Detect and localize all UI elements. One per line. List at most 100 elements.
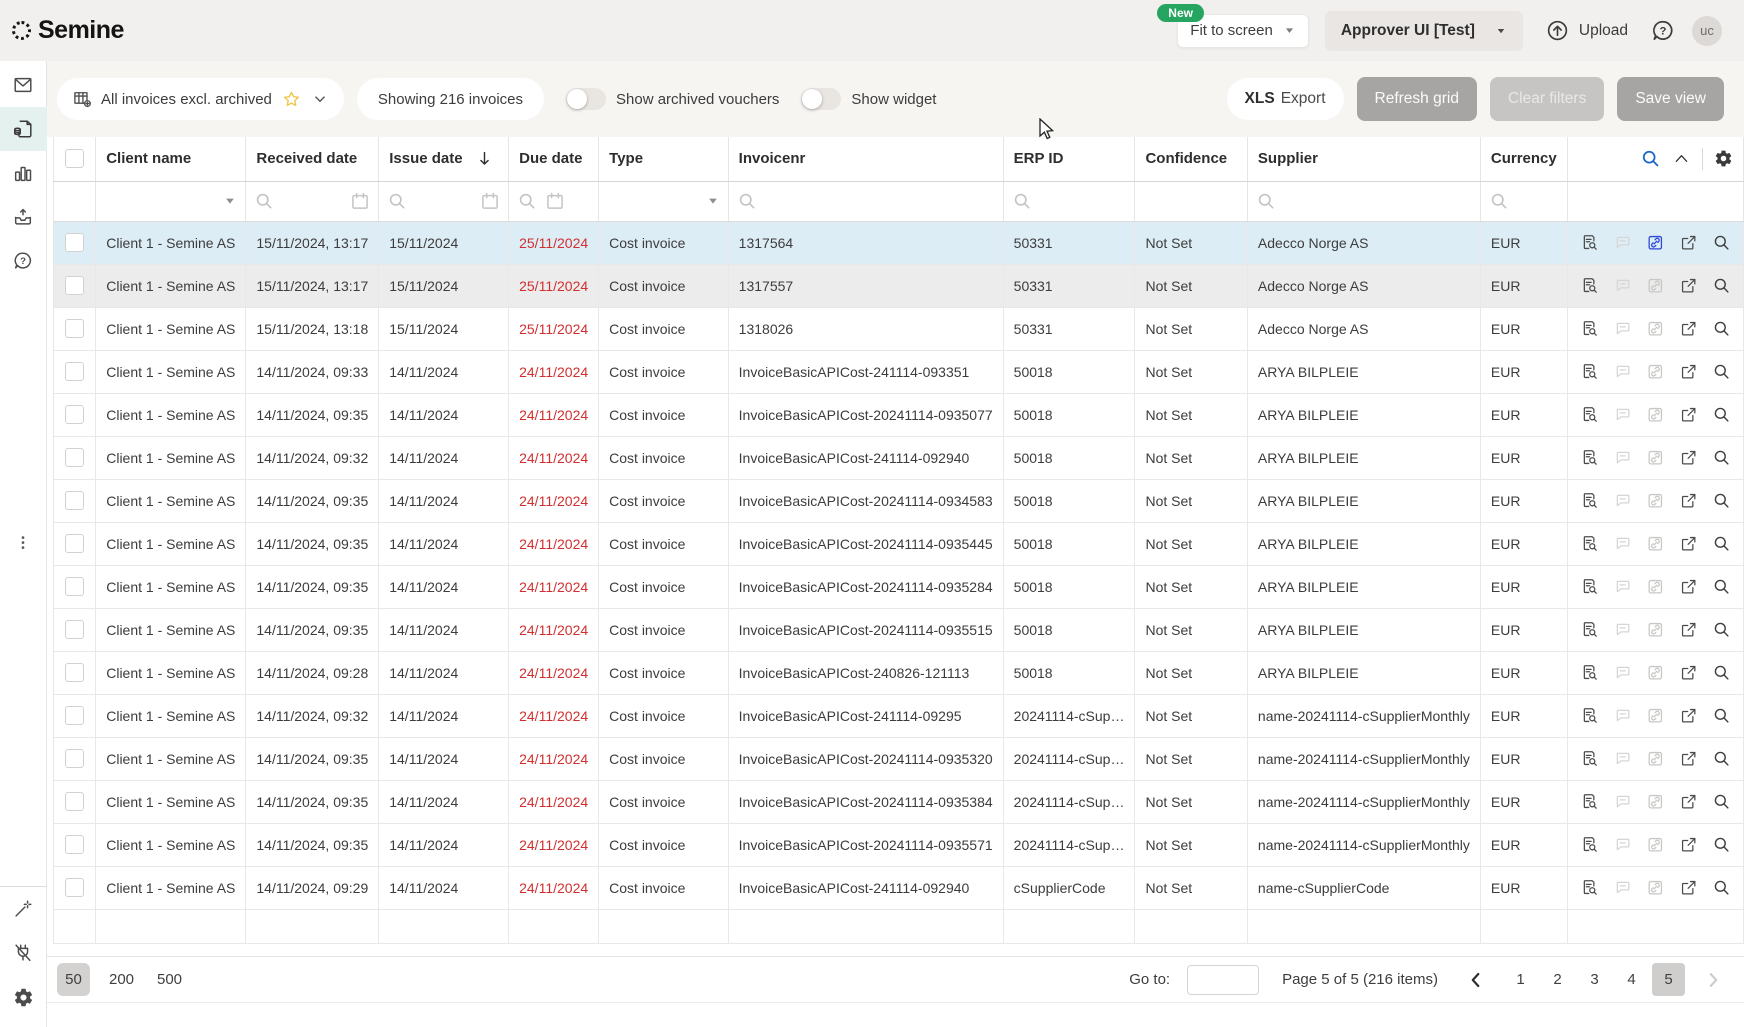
page-number-1[interactable]: 1: [1504, 963, 1537, 996]
col-client-name[interactable]: Client name: [96, 137, 246, 181]
page-size-50[interactable]: 50: [57, 963, 90, 996]
preview-icon[interactable]: [1712, 749, 1731, 768]
avatar[interactable]: uc: [1692, 16, 1722, 46]
row-checkbox[interactable]: [65, 620, 84, 639]
comment-icon[interactable]: [1613, 792, 1632, 811]
voucher-lines-icon[interactable]: [1580, 276, 1599, 295]
preview-icon[interactable]: [1712, 663, 1731, 682]
page-number-5[interactable]: 5: [1652, 963, 1685, 996]
table-row[interactable]: Client 1 - Semine AS14/11/2024, 09:3514/…: [54, 780, 1744, 823]
comment-icon[interactable]: [1613, 878, 1632, 897]
attachment-link-icon[interactable]: [1646, 706, 1665, 725]
workspace-dropdown[interactable]: Approver UI [Test]: [1325, 11, 1523, 51]
attachment-link-icon[interactable]: [1646, 749, 1665, 768]
col-erp-id[interactable]: ERP ID: [1003, 137, 1135, 181]
table-row[interactable]: Client 1 - Semine AS14/11/2024, 09:3514/…: [54, 823, 1744, 866]
comment-icon[interactable]: [1613, 835, 1632, 854]
open-external-icon[interactable]: [1679, 835, 1698, 854]
attachment-link-icon[interactable]: [1646, 620, 1665, 639]
preview-icon[interactable]: [1712, 534, 1731, 553]
preview-icon[interactable]: [1712, 276, 1731, 295]
table-row[interactable]: Client 1 - Semine AS14/11/2024, 09:3314/…: [54, 350, 1744, 393]
search-icon[interactable]: [254, 191, 274, 211]
comment-icon[interactable]: [1613, 749, 1632, 768]
col-currency[interactable]: Currency: [1480, 137, 1567, 181]
dropdown-arrow-icon[interactable]: [706, 194, 720, 208]
preview-icon[interactable]: [1712, 491, 1731, 510]
preview-icon[interactable]: [1712, 233, 1731, 252]
open-external-icon[interactable]: [1679, 491, 1698, 510]
open-external-icon[interactable]: [1679, 362, 1698, 381]
open-external-icon[interactable]: [1679, 620, 1698, 639]
sidebar-item-integrations[interactable]: [0, 931, 47, 975]
col-type[interactable]: Type: [599, 137, 729, 181]
open-external-icon[interactable]: [1679, 878, 1698, 897]
sidebar-item-help[interactable]: ?: [0, 239, 47, 283]
attachment-link-icon[interactable]: [1646, 792, 1665, 811]
attachment-link-icon[interactable]: [1646, 577, 1665, 596]
preview-icon[interactable]: [1712, 835, 1731, 854]
table-row[interactable]: Client 1 - Semine AS15/11/2024, 13:1715/…: [54, 221, 1744, 264]
open-external-icon[interactable]: [1679, 663, 1698, 682]
dropdown-arrow-icon[interactable]: [223, 194, 237, 208]
open-external-icon[interactable]: [1679, 319, 1698, 338]
page-number-4[interactable]: 4: [1615, 963, 1648, 996]
voucher-lines-icon[interactable]: [1580, 405, 1599, 424]
open-external-icon[interactable]: [1679, 448, 1698, 467]
grid-settings-icon[interactable]: [1714, 149, 1733, 168]
comment-icon[interactable]: [1613, 491, 1632, 510]
show-widget-toggle[interactable]: [801, 88, 841, 110]
table-row[interactable]: Client 1 - Semine AS14/11/2024, 09:2814/…: [54, 651, 1744, 694]
voucher-lines-icon[interactable]: [1580, 233, 1599, 252]
comment-icon[interactable]: [1613, 577, 1632, 596]
open-external-icon[interactable]: [1679, 706, 1698, 725]
preview-icon[interactable]: [1712, 405, 1731, 424]
table-row[interactable]: Client 1 - Semine AS15/11/2024, 13:1815/…: [54, 307, 1744, 350]
comment-icon[interactable]: [1613, 534, 1632, 553]
page-number-2[interactable]: 2: [1541, 963, 1574, 996]
comment-icon[interactable]: [1613, 620, 1632, 639]
voucher-lines-icon[interactable]: [1580, 792, 1599, 811]
row-checkbox[interactable]: [65, 276, 84, 295]
table-row[interactable]: Client 1 - Semine AS14/11/2024, 09:3514/…: [54, 737, 1744, 780]
grid-search-icon[interactable]: [1640, 148, 1661, 169]
attachment-link-icon[interactable]: [1646, 878, 1665, 897]
view-filter-dropdown[interactable]: All invoices excl. archived: [57, 78, 344, 120]
search-icon[interactable]: [387, 191, 407, 211]
search-icon[interactable]: [1012, 191, 1032, 211]
attachment-link-icon[interactable]: [1646, 534, 1665, 553]
upload-button[interactable]: Upload: [1539, 17, 1634, 44]
filter-invoicenr[interactable]: [728, 181, 1003, 221]
row-checkbox[interactable]: [65, 706, 84, 725]
filter-currency[interactable]: [1480, 181, 1567, 221]
col-invoicenr[interactable]: Invoicenr: [728, 137, 1003, 181]
col-issue-date[interactable]: Issue date: [379, 137, 509, 181]
sidebar-item-mail[interactable]: [0, 63, 47, 107]
help-icon[interactable]: ?: [1650, 18, 1676, 44]
filter-erp-id[interactable]: [1003, 181, 1135, 221]
filter-due-date[interactable]: [509, 181, 599, 221]
open-external-icon[interactable]: [1679, 749, 1698, 768]
row-checkbox[interactable]: [65, 663, 84, 682]
attachment-link-icon[interactable]: [1646, 405, 1665, 424]
voucher-lines-icon[interactable]: [1580, 663, 1599, 682]
search-icon[interactable]: [737, 191, 757, 211]
voucher-lines-icon[interactable]: [1580, 620, 1599, 639]
voucher-lines-icon[interactable]: [1580, 534, 1599, 553]
filter-received-date[interactable]: [246, 181, 379, 221]
col-received-date[interactable]: Received date: [246, 137, 379, 181]
next-page-icon[interactable]: [1702, 969, 1724, 991]
sort-desc-icon[interactable]: [475, 149, 494, 168]
sidebar-item-reports[interactable]: [0, 151, 47, 195]
table-row[interactable]: Client 1 - Semine AS14/11/2024, 09:3514/…: [54, 565, 1744, 608]
voucher-lines-icon[interactable]: [1580, 706, 1599, 725]
comment-icon[interactable]: [1613, 362, 1632, 381]
select-all-checkbox[interactable]: [65, 149, 84, 168]
filter-issue-date[interactable]: [379, 181, 509, 221]
preview-icon[interactable]: [1712, 792, 1731, 811]
star-icon[interactable]: [281, 89, 302, 110]
preview-icon[interactable]: [1712, 319, 1731, 338]
preview-icon[interactable]: [1712, 878, 1731, 897]
voucher-lines-icon[interactable]: [1580, 362, 1599, 381]
clear-filters-button[interactable]: Clear filters: [1490, 77, 1604, 121]
